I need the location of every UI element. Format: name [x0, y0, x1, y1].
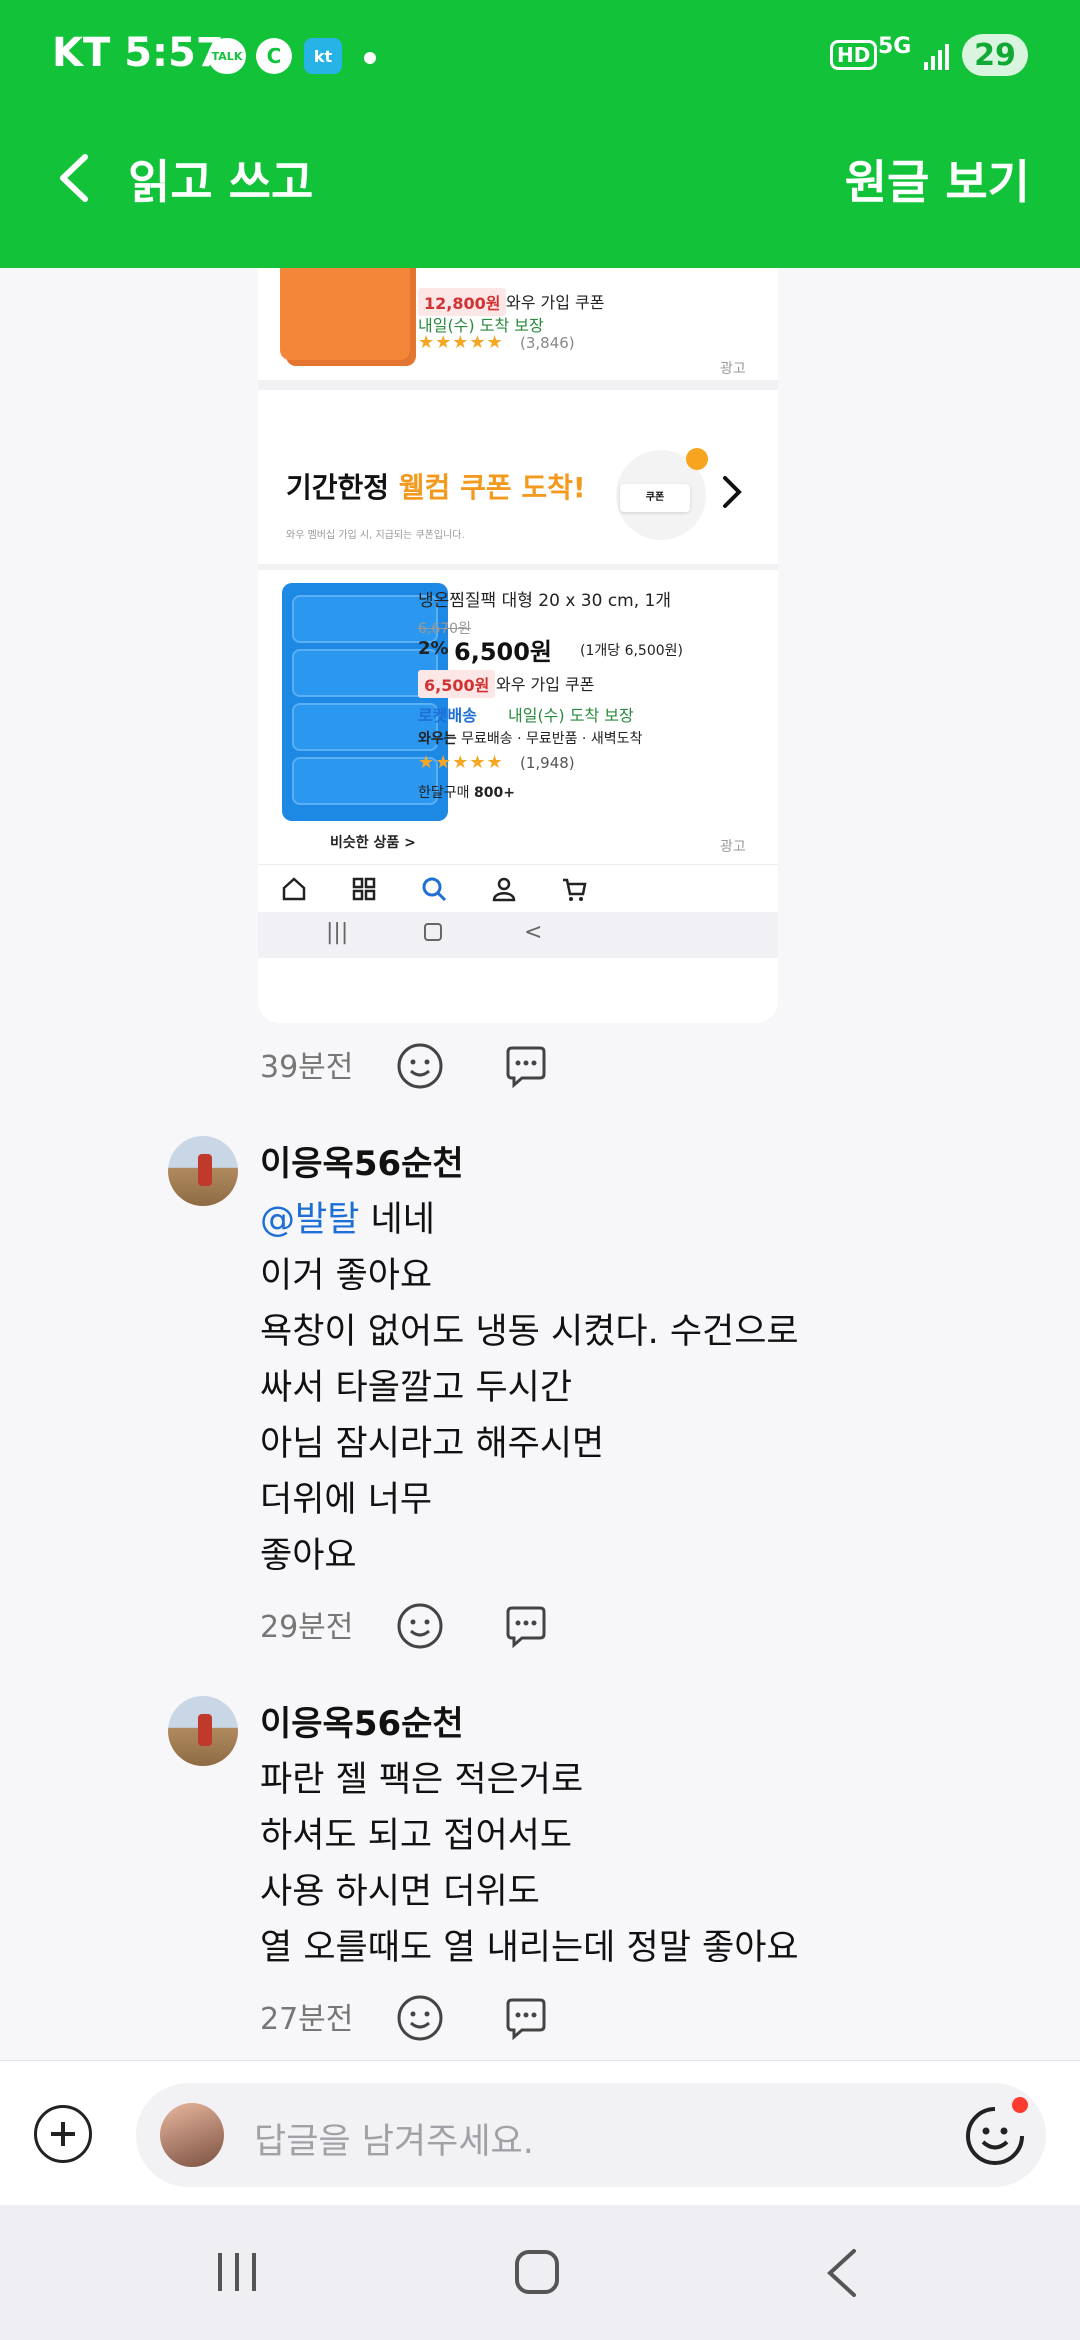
chevron-right-icon	[723, 476, 742, 508]
reply-placeholder: 답글을 남겨주세요.	[254, 2122, 534, 2162]
coupon-price: 6,500원	[418, 670, 496, 698]
back-icon[interactable]	[822, 2247, 862, 2299]
status-bar: KT 5:57 TALK C kt HD 5G 29	[0, 0, 1080, 112]
shop-bottom-nav	[258, 864, 778, 908]
hd-voice-icon: HD	[830, 40, 878, 70]
rating-count: (1,948)	[520, 754, 575, 772]
comment-time: 29분전	[260, 1610, 354, 1645]
shot-system-nav: ||| <	[258, 912, 778, 958]
my-avatar	[160, 2103, 224, 2167]
battery-icon: 29	[962, 34, 1028, 76]
top-bar: KT 5:57 TALK C kt HD 5G 29 읽고 쓰고 원글 보기	[0, 0, 1080, 268]
reply-bar: 답글을 남겨주세요.	[0, 2060, 1080, 2205]
ad-label: 광고	[720, 839, 746, 855]
user-icon	[492, 877, 516, 902]
wow-benefits: 와우는 무료배송 · 무료반품 · 새벽도착	[418, 731, 643, 747]
emoji-react-icon[interactable]	[396, 1994, 444, 2042]
monthly-sales: 한달구매 800+	[418, 785, 515, 801]
category-icon	[352, 877, 376, 901]
section-divider	[258, 380, 778, 390]
c-app-icon: C	[256, 38, 292, 74]
attached-screenshot[interactable]: 12,800원 와우 가입 쿠폰 내일(수) 도착 보장 ★★★★★ (3,84…	[258, 268, 778, 1023]
rating-stars-icon: ★★★★★	[418, 332, 504, 353]
back-button[interactable]	[44, 148, 104, 208]
orange-pack-image	[280, 268, 410, 360]
comment-body: 파란 젤 팩은 적은거로 하셔도 되고 접어서도 사용 하시면 더위도 열 오를…	[260, 1760, 799, 1968]
reply-comment-icon[interactable]	[502, 1042, 550, 1090]
emoji-react-icon[interactable]	[396, 1042, 444, 1090]
coupon-label: 와우 가입 쿠폰	[506, 293, 605, 312]
view-original-button[interactable]: 원글 보기	[845, 146, 1030, 212]
emoji-react-icon[interactable]	[396, 1602, 444, 1650]
comment-author[interactable]: 이응옥56순천	[260, 1136, 464, 1185]
reply-comment-icon[interactable]	[502, 1602, 550, 1650]
recents-icon: |||	[326, 920, 349, 945]
section-divider	[258, 564, 778, 570]
home-icon	[282, 877, 306, 901]
status-time: KT 5:57	[52, 30, 224, 76]
kakaotalk-icon: TALK	[208, 38, 246, 74]
discount-rate: 2%	[418, 638, 449, 659]
delivery-text: 내일(수) 도착 보장	[508, 706, 634, 725]
mention-link[interactable]: @발탈	[260, 1200, 359, 1240]
emoji-picker-icon[interactable]	[964, 2105, 1026, 2167]
banner-subtitle: 와우 멤버십 가입 시, 지급되는 쿠폰입니다.	[286, 530, 465, 541]
home-icon[interactable]	[512, 2247, 562, 2297]
similar-products-link: 비슷한 상품 >	[330, 835, 416, 851]
banner-title: 기간한정 웰컴 쿠폰 도착!	[286, 471, 586, 504]
page-title: 읽고 쓰고	[128, 155, 314, 209]
recents-icon[interactable]	[212, 2249, 262, 2295]
coupon-card-icon: 쿠폰	[620, 484, 690, 512]
coupon-label: 와우 가입 쿠폰	[496, 675, 595, 694]
kt-app-icon: kt	[304, 38, 342, 74]
cart-icon	[563, 878, 587, 901]
rocket-delivery: 로켓배송	[418, 706, 477, 725]
reply-input[interactable]: 답글을 남겨주세요.	[136, 2083, 1046, 2187]
avatar[interactable]	[168, 1136, 238, 1206]
back-icon: <	[524, 920, 543, 945]
signal-icon	[922, 42, 952, 76]
comment-time: 39분전	[260, 1050, 354, 1085]
search-icon	[422, 877, 447, 902]
avatar[interactable]	[168, 1696, 238, 1766]
chevron-left-icon	[60, 154, 88, 202]
unit-price: (1개당 6,500원)	[580, 643, 684, 659]
notification-dot-icon	[364, 52, 376, 64]
rating-stars-icon: ★★★★★	[418, 752, 504, 773]
network-5g-icon: 5G	[878, 34, 912, 59]
product-name: 냉온찜질팩 대형 20 x 30 cm, 1개	[418, 591, 671, 611]
home-outline-icon	[424, 923, 442, 941]
clock-icon	[686, 448, 708, 470]
reply-comment-icon[interactable]	[502, 1994, 550, 2042]
ad-label: 광고	[720, 361, 746, 377]
system-nav-bar	[0, 2205, 1080, 2340]
plus-icon	[51, 2122, 75, 2146]
attach-button[interactable]	[34, 2105, 92, 2163]
rating-count: (3,846)	[520, 334, 575, 352]
comment-time: 27분전	[260, 2002, 354, 2037]
new-badge-dot	[1012, 2097, 1028, 2113]
comment-author[interactable]: 이응옥56순천	[260, 1696, 464, 1745]
sale-price: 6,500원	[454, 638, 552, 666]
comment-body: @발탈 네네 이거 좋아요 욕창이 없어도 냉동 시켰다. 수건으로 싸서 타올…	[260, 1200, 799, 1576]
